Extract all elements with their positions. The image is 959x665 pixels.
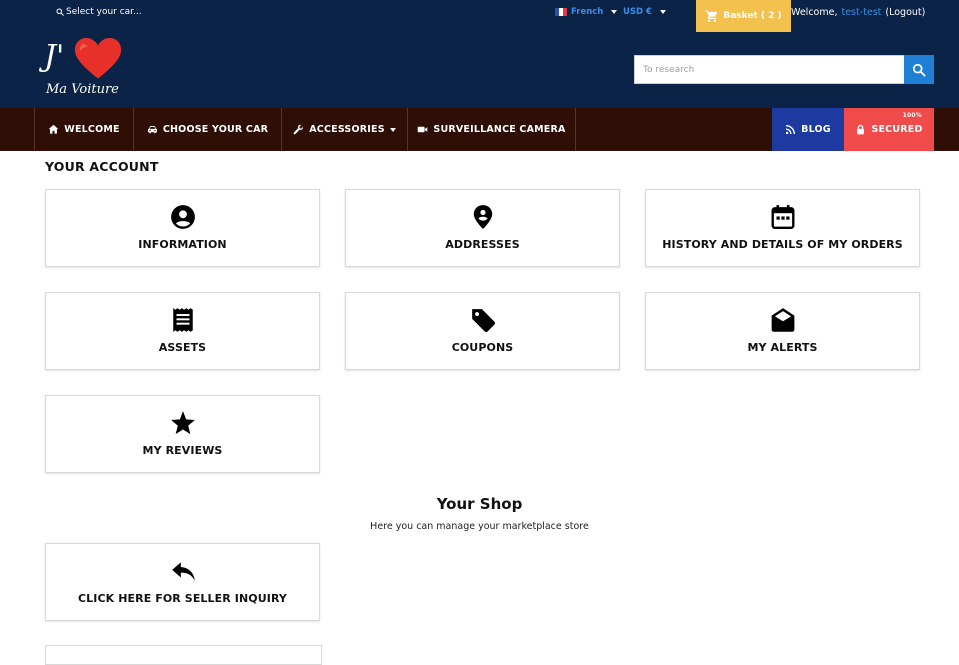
nav-label: BLOG [801,124,831,135]
search-input[interactable] [634,55,904,84]
account-card-addresses[interactable]: ADDRESSES [345,189,620,267]
shop-subtitle: Here you can manage your marketplace sto… [370,521,589,532]
reply-arrow-icon [171,562,195,581]
select-car-link[interactable]: Select your car... [56,7,142,17]
welcome-text: Welcome, [791,7,838,18]
user-circle-icon [170,205,195,229]
star-icon [170,411,195,435]
nav-label: SURVEILLANCE CAMERA [433,124,566,135]
card-label: ASSETS [158,341,207,354]
wrench-icon [293,124,304,135]
envelope-open-icon [771,308,794,332]
site-logo[interactable]: J' Ma Voiture [44,36,134,102]
shop-card-seller-inquiry[interactable]: CLICK HERE FOR SELLER INQUIRY [45,543,320,621]
card-label: ADDRESSES [445,238,520,251]
car-icon [147,126,157,134]
account-card-order-history[interactable]: HISTORY AND DETAILS OF MY ORDERS [645,189,920,267]
home-icon [48,124,59,134]
welcome-line: Welcome, test-test (Logout) [791,7,925,18]
card-label: MY ALERTS [747,341,818,354]
search-icon [912,63,926,77]
nav-label: WELCOME [64,124,120,135]
language-label: French [571,7,604,17]
search-icon [56,8,64,16]
tag-icon [471,309,495,333]
chevron-down-icon [659,10,666,14]
account-card-reviews[interactable]: MY REVIEWS [45,395,320,473]
cart-icon [705,10,718,22]
select-car-label: Select your car... [66,7,142,17]
calendar-icon [771,205,794,230]
card-label: HISTORY AND DETAILS OF MY ORDERS [662,238,903,251]
search-button[interactable] [904,55,934,84]
lock-icon [857,124,865,135]
page-title: YOUR ACCOUNT [45,159,159,174]
video-camera-icon [418,126,428,133]
receipt-icon [172,308,193,332]
language-selector[interactable]: French [555,7,618,17]
account-card-alerts[interactable]: MY ALERTS [645,292,920,370]
account-card-assets[interactable]: ASSETS [45,292,320,370]
nav-item-choose-car[interactable]: CHOOSE YOUR CAR [133,108,281,151]
card-label: INFORMATION [138,238,227,251]
secured-badge: 100% [902,112,922,119]
logo-text-top: J' [44,39,65,74]
location-pin-icon [473,205,492,229]
account-username-link[interactable]: test-test [841,7,881,18]
account-card-information[interactable]: INFORMATION [45,189,320,267]
nav-label: ACCESSORIES [309,124,385,135]
nav-item-surveillance-camera[interactable]: SURVEILLANCE CAMERA [407,108,576,151]
chevron-down-icon [389,127,396,132]
card-label: COUPONS [451,341,514,354]
basket-label: Basket ( 2 ) [723,11,782,21]
basket-button[interactable]: Basket ( 2 ) [696,0,791,32]
chevron-down-icon [611,10,618,14]
nav-label: SECURED [871,124,923,135]
card-label: MY REVIEWS [142,444,223,457]
nav-item-accessories[interactable]: ACCESSORIES [281,108,407,151]
heart-icon [74,38,122,79]
card-label: CLICK HERE FOR SELLER INQUIRY [78,592,287,605]
nav-item-blog[interactable]: BLOG [772,108,844,151]
french-flag-icon [555,8,567,16]
rss-icon [785,125,796,135]
main-navigation: WELCOME CHOOSE YOUR CAR ACCESSORIES SURV… [0,108,959,151]
nav-item-welcome[interactable]: WELCOME [34,108,133,151]
currency-label: USD € [623,7,652,17]
search-bar [634,55,934,84]
header: Select your car... French USD € Basket (… [0,0,959,108]
shop-card-partial[interactable] [45,645,322,665]
shop-title: Your Shop [436,495,523,513]
currency-selector[interactable]: USD € [623,7,666,17]
nav-label: CHOOSE YOUR CAR [162,124,269,135]
nav-item-secured[interactable]: 100% SECURED [844,108,934,151]
account-card-coupons[interactable]: COUPONS [345,292,620,370]
logout-link[interactable]: (Logout) [885,7,925,18]
logo-text-bottom: Ma Voiture [46,82,119,97]
